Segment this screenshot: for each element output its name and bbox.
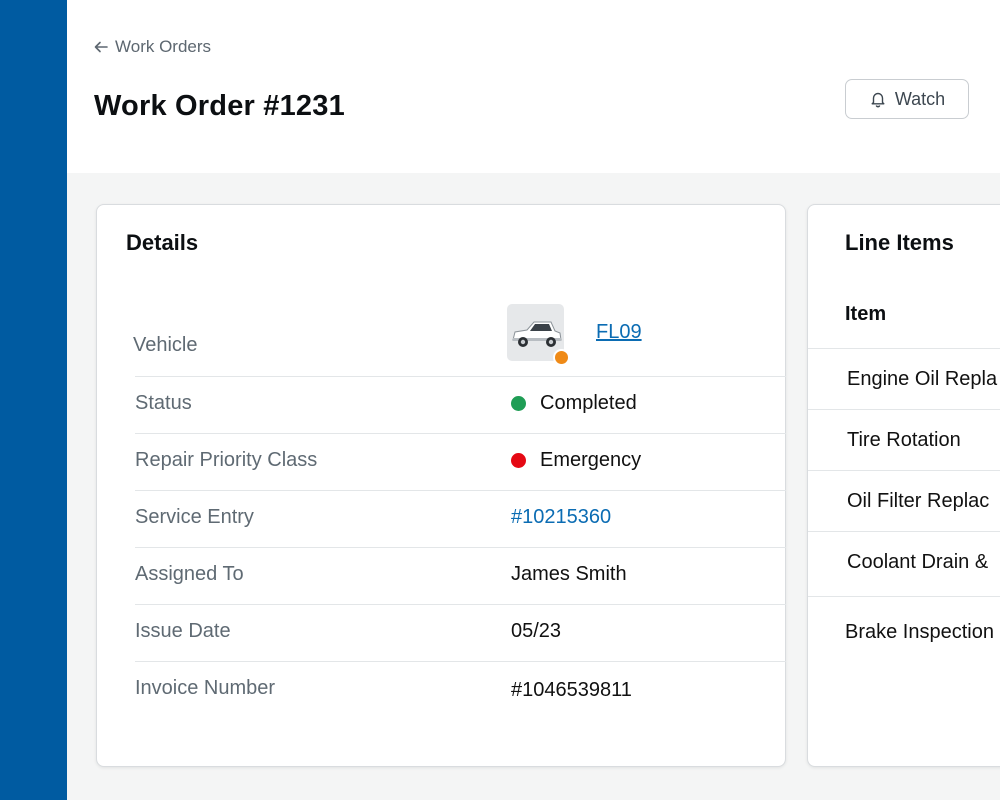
line-item-name: Oil Filter Replac [847, 490, 990, 512]
back-to-work-orders-link[interactable]: Work Orders [93, 37, 211, 57]
detail-row-vehicle: Vehicle FL09 [133, 304, 786, 377]
vehicle-label: Vehicle [133, 334, 198, 356]
line-item-row[interactable]: Engine Oil Repla [808, 348, 1000, 410]
status-text: Completed [540, 392, 637, 414]
watch-button-label: Watch [894, 88, 946, 109]
line-item-name: Engine Oil Repla [847, 368, 998, 390]
status-value: Completed [511, 392, 637, 415]
back-link-label: Work Orders [115, 37, 212, 56]
priority-value: Emergency [511, 449, 641, 472]
page-title: Work Order #1231 [94, 90, 345, 122]
line-item-row[interactable]: Tire Rotation [808, 409, 1000, 471]
detail-row-priority: Repair Priority Class Emergency [135, 433, 786, 491]
detail-row-status: Status Completed [135, 376, 786, 434]
line-items-card: Line Items Item Engine Oil Repla Tire Ro… [807, 204, 1000, 767]
arrow-left-icon [94, 41, 108, 53]
line-item-name: Tire Rotation [847, 429, 961, 451]
detail-row-invoice: Invoice Number #1046539811 [135, 661, 786, 718]
service-entry-label: Service Entry [135, 506, 254, 528]
watch-button[interactable]: Watch [845, 79, 969, 119]
line-item-name: Brake Inspection [845, 621, 994, 643]
issue-date-label: Issue Date [135, 620, 231, 642]
detail-row-service-entry: Service Entry #10215360 [135, 490, 786, 548]
bell-icon [871, 92, 885, 108]
line-items-title: Line Items [845, 230, 954, 255]
vehicle-link[interactable]: FL09 [596, 321, 642, 344]
issue-date-value: 05/23 [511, 620, 562, 642]
line-item-row[interactable]: Brake Inspection [808, 596, 1000, 667]
line-item-row[interactable]: Oil Filter Replac [808, 470, 1000, 532]
assigned-to-value: James Smith [511, 563, 627, 585]
service-entry-link[interactable]: #10215360 [511, 506, 611, 529]
line-item-name: Coolant Drain & [847, 551, 989, 573]
assigned-to-label: Assigned To [135, 563, 244, 585]
item-column-header[interactable]: Item [845, 303, 886, 326]
vehicle-status-badge [553, 349, 570, 366]
line-item-row[interactable]: Coolant Drain & [808, 531, 1000, 597]
vehicle-thumbnail[interactable] [507, 304, 570, 366]
detail-row-issue-date: Issue Date 05/23 [135, 604, 786, 662]
app-sidebar [0, 0, 67, 800]
status-label: Status [135, 392, 192, 414]
priority-dot [511, 453, 526, 468]
invoice-label: Invoice Number [135, 677, 276, 699]
details-card: Details Vehicle FL09 Status Completed Re… [96, 204, 786, 767]
detail-row-assigned-to: Assigned To James Smith [135, 547, 786, 605]
status-dot [511, 396, 526, 411]
priority-label: Repair Priority Class [135, 449, 318, 471]
invoice-value: #1046539811 [511, 679, 632, 701]
details-title: Details [126, 230, 199, 255]
priority-text: Emergency [540, 449, 642, 471]
page-header: Work Orders Work Order #1231 Watch [67, 0, 1000, 173]
